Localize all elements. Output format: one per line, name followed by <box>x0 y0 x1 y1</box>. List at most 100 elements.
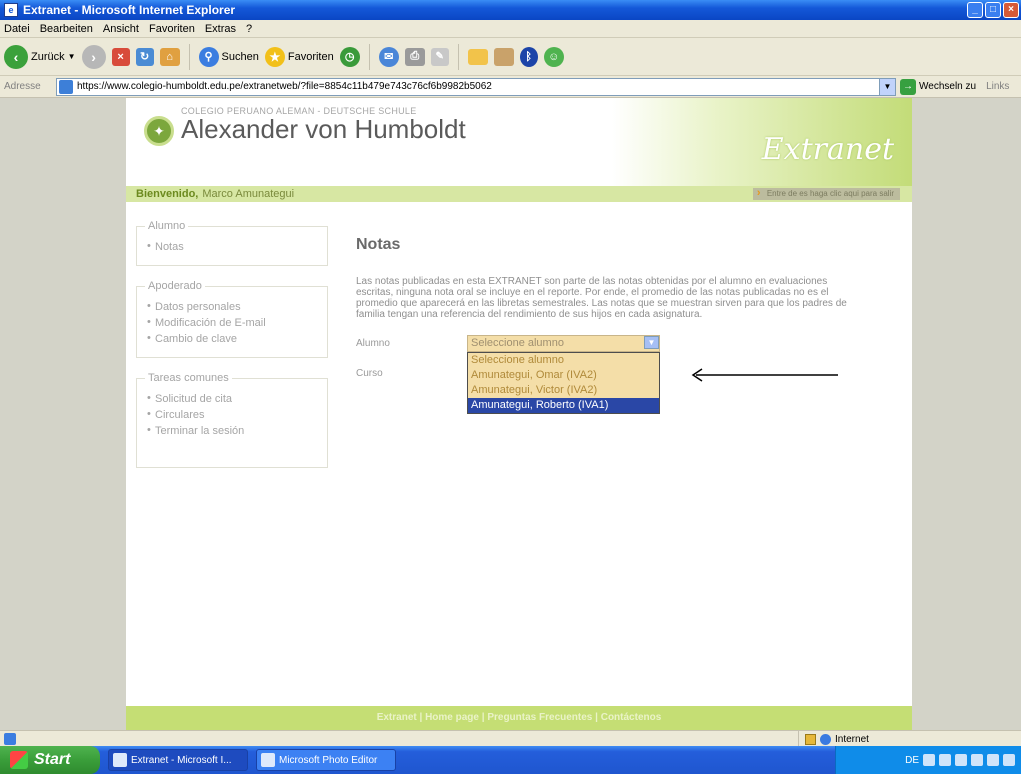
sidebar-section-title: Apoderado <box>145 280 205 292</box>
messenger-icon: ☺ <box>543 46 564 67</box>
bluetooth-button[interactable]: ᛒ <box>519 46 538 67</box>
address-url: https://www.colegio-humboldt.edu.pe/extr… <box>77 81 492 92</box>
status-bar: Internet <box>0 730 1021 747</box>
site-header: ✦ COLEGIO PERUANO ALEMAN - DEUTSCHE SCHU… <box>126 98 912 186</box>
bluetooth-icon: ᛒ <box>519 46 538 67</box>
welcome-user: Marco Amunategui <box>202 188 295 200</box>
favorites-button[interactable]: ★ Favoriten <box>264 46 334 67</box>
taskbar-item-label: Extranet - Microsoft I... <box>131 754 232 766</box>
maximize-button[interactable]: □ <box>985 2 1001 18</box>
page-icon <box>59 79 73 94</box>
refresh-button[interactable]: ↻ <box>135 47 154 66</box>
tray-icon[interactable] <box>923 754 935 766</box>
tray-icon[interactable] <box>971 754 983 766</box>
menu-extras[interactable]: Extras <box>205 23 236 35</box>
site-footer: Extranet | Home page | Preguntas Frecuen… <box>126 706 912 730</box>
address-bar: Adresse https://www.colegio-humboldt.edu… <box>0 76 1021 98</box>
ie-icon: e <box>4 3 18 17</box>
menu-favoriten[interactable]: Favoriten <box>149 23 195 35</box>
edit-button[interactable]: ✎ <box>430 47 449 66</box>
sidebar-item-solicitud-cita[interactable]: Solicitud de cita <box>147 391 317 407</box>
research-button[interactable] <box>493 47 514 66</box>
search-icon: ⚲ <box>198 46 219 67</box>
system-tray: DE <box>835 746 1021 774</box>
history-icon: ◷ <box>339 46 360 67</box>
menu-bearbeiten[interactable]: Bearbeiten <box>40 23 93 35</box>
alumno-label: Alumno <box>356 337 390 349</box>
intro-text: Las notas publicadas en esta EXTRANET so… <box>356 276 847 320</box>
web-page: ✦ COLEGIO PERUANO ALEMAN - DEUTSCHE SCHU… <box>126 98 912 730</box>
taskbar-item-ie[interactable]: Extranet - Microsoft I... <box>108 749 248 771</box>
browser-viewport: ✦ COLEGIO PERUANO ALEMAN - DEUTSCHE SCHU… <box>0 98 1021 730</box>
printer-icon: ⎙ <box>404 47 425 66</box>
edit-icon: ✎ <box>430 47 449 66</box>
dropdown-option[interactable]: Seleccione alumno <box>468 353 659 368</box>
tray-icon[interactable] <box>987 754 999 766</box>
alumno-select-value[interactable]: Seleccione alumno <box>467 334 660 352</box>
dropdown-option[interactable]: Amunategui, Omar (IVA2) <box>468 368 659 383</box>
welcome-bar: Bienvenido, Marco Amunategui Entre de es… <box>126 186 912 202</box>
stop-icon: × <box>111 47 130 66</box>
dropdown-option[interactable]: Amunategui, Victor (IVA2) <box>468 383 659 398</box>
toolbar-separator <box>457 43 459 70</box>
start-label: Start <box>34 751 71 768</box>
alumno-dropdown-list: Seleccione alumno Amunategui, Omar (IVA2… <box>467 351 660 414</box>
sidebar-section-title: Alumno <box>145 220 189 232</box>
links-button[interactable]: Links <box>986 81 1009 92</box>
sidebar-item-datos-personales[interactable]: Datos personales <box>147 299 317 315</box>
address-label: Adresse <box>4 81 41 92</box>
language-indicator[interactable]: DE <box>905 755 919 766</box>
print-button[interactable]: ⎙ <box>404 47 425 66</box>
window-title-bar: e Extranet - Microsoft Internet Explorer… <box>0 0 1021 20</box>
address-input[interactable]: https://www.colegio-humboldt.edu.pe/extr… <box>56 77 896 96</box>
tray-icon[interactable] <box>939 754 951 766</box>
start-button[interactable]: Start <box>0 746 100 774</box>
sidebar-item-cambio-clave[interactable]: Cambio de clave <box>147 331 317 347</box>
search-button[interactable]: ⚲ Suchen <box>198 46 259 67</box>
forward-button[interactable]: › <box>81 44 106 69</box>
logout-link[interactable]: Entre de es haga clic aqui para salir <box>752 187 900 200</box>
sidebar-item-modificacion-email[interactable]: Modificación de E-mail <box>147 315 317 331</box>
toolbar: ‹ Zurück ▼ › × ↻ ⌂ ⚲ Suchen ★ Favoriten … <box>0 38 1021 76</box>
curso-label: Curso <box>356 367 383 379</box>
home-button[interactable]: ⌂ <box>159 47 180 66</box>
mail-icon: ✉ <box>378 46 399 67</box>
tray-icon[interactable] <box>1003 754 1015 766</box>
sidebar-section-title: Tareas comunes <box>145 372 232 384</box>
stop-button[interactable]: × <box>111 47 130 66</box>
sidebar-section-alumno: Alumno Notas <box>136 220 328 266</box>
sidebar-item-terminar-sesion[interactable]: Terminar la sesión <box>147 423 317 439</box>
page-status-icon <box>4 732 16 745</box>
school-logo-icon: ✦ <box>144 116 174 146</box>
chevron-down-icon[interactable]: ▼ <box>644 335 659 349</box>
mail-button[interactable]: ✉ <box>378 46 399 67</box>
address-dropdown-icon[interactable]: ▼ <box>879 78 895 95</box>
tray-icon[interactable] <box>955 754 967 766</box>
close-button[interactable]: × <box>1003 2 1019 18</box>
folder-button[interactable] <box>467 48 488 65</box>
globe-icon <box>820 733 831 745</box>
extranet-logo: Extranet <box>761 132 894 167</box>
photo-editor-icon <box>261 753 275 767</box>
sidebar-item-circulares[interactable]: Circulares <box>147 407 317 423</box>
go-button[interactable]: → Wechseln zu <box>900 78 976 95</box>
messenger-button[interactable]: ☺ <box>543 46 564 67</box>
chevron-down-icon: ▼ <box>67 52 76 61</box>
dropdown-option-selected[interactable]: Amunategui, Roberto (IVA1) <box>468 397 659 413</box>
taskbar-item-photo-editor[interactable]: Microsoft Photo Editor <box>256 749 396 771</box>
school-name: Alexander von Humboldt <box>181 114 466 144</box>
alumno-row: Alumno Seleccione alumno ▼ Seleccione al… <box>356 332 876 414</box>
menu-datei[interactable]: Datei <box>4 23 30 35</box>
menu-ansicht[interactable]: Ansicht <box>103 23 139 35</box>
minimize-button[interactable]: _ <box>967 2 983 18</box>
folder-icon <box>467 48 488 65</box>
history-button[interactable]: ◷ <box>339 46 360 67</box>
home-icon: ⌂ <box>159 47 180 66</box>
back-button[interactable]: ‹ Zurück ▼ <box>4 44 76 69</box>
ie-icon <box>113 753 127 767</box>
menu-help[interactable]: ? <box>246 23 252 35</box>
sidebar-section-tareas: Tareas comunes Solicitud de cita Circula… <box>136 372 328 468</box>
alumno-select[interactable]: Seleccione alumno ▼ Seleccione alumno Am… <box>467 334 660 414</box>
sidebar-item-notas[interactable]: Notas <box>147 239 317 255</box>
security-zone: Internet <box>798 731 869 747</box>
